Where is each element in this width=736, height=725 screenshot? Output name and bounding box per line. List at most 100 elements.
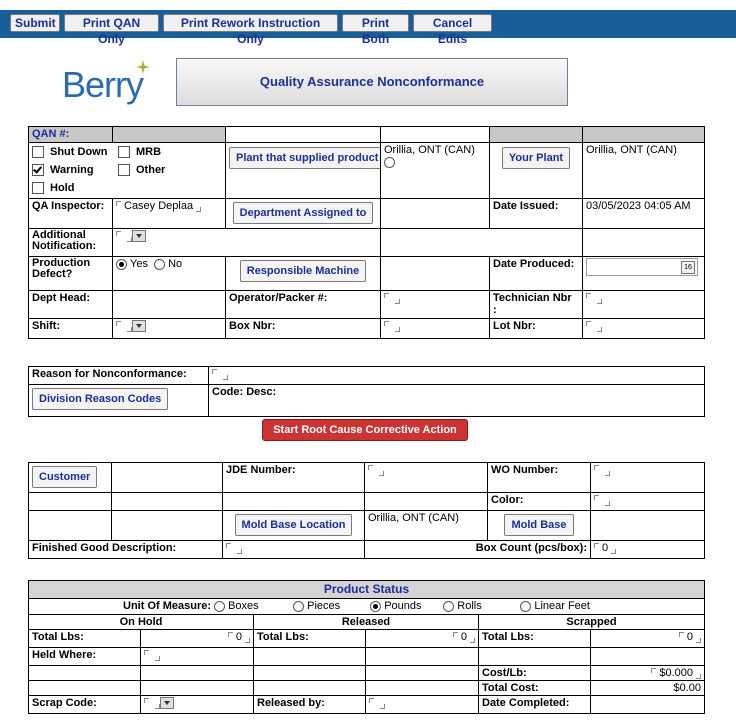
mold-base-location-value: Orillia, ONT (CAN) <box>364 510 488 541</box>
reason-table: Reason for Nonconformance: Division Reas… <box>28 366 705 417</box>
logo-text: Berry <box>62 64 144 105</box>
mrb-checkbox[interactable] <box>118 146 130 159</box>
box-count-label: Box Count (pcs/box): <box>364 540 591 559</box>
color-field[interactable] <box>590 492 705 511</box>
cost-per-lb-label: Cost/Lb: <box>478 665 591 681</box>
unit-of-measure-row: Unit Of Measure: Boxes Pieces Pounds Rol… <box>28 598 705 615</box>
qa-inspector-field[interactable]: Casey Deplaa <box>112 198 226 229</box>
released-by-label: Released by: <box>253 695 366 714</box>
rolls-radio[interactable] <box>443 600 455 612</box>
print-rework-button[interactable]: Print Rework Instruction Only <box>163 14 338 46</box>
scrap-code-dropdown[interactable] <box>140 695 254 714</box>
boxes-radio[interactable] <box>214 600 226 612</box>
lot-nbr-field[interactable] <box>582 318 705 339</box>
plant-supplied-radio[interactable] <box>384 156 395 168</box>
chevron-down-icon[interactable] <box>132 320 146 333</box>
qan-table: QAN #: Shut Down MRB Warning Other Hold Pl… <box>28 126 705 339</box>
scrapped-total-field[interactable]: 0 <box>590 629 705 648</box>
additional-notification-label: Additional Notification: <box>28 228 113 257</box>
customer-table: Customer JDE Number: WO Number: Color: M… <box>28 462 705 559</box>
additional-notification-dropdown[interactable] <box>112 228 381 257</box>
operator-packer-field[interactable] <box>380 290 490 319</box>
date-completed-field[interactable] <box>590 695 705 714</box>
color-label: Color: <box>487 492 591 511</box>
product-status-table: Product Status Unit Of Measure: Boxes Pi… <box>28 580 705 714</box>
customer-button[interactable]: Customer <box>32 466 98 488</box>
qan-number-cell <box>112 126 226 143</box>
start-rcca-button[interactable]: Start Root Cause Corrective Action Form <box>262 419 468 456</box>
code-desc-label: Code: Desc: <box>208 384 705 417</box>
scrap-code-label: Scrap Code: <box>28 695 141 714</box>
berry-logo: Berry <box>62 60 152 110</box>
shift-dropdown[interactable] <box>112 318 226 339</box>
no-radio[interactable] <box>154 258 166 270</box>
calendar-icon[interactable]: 16 <box>681 261 695 274</box>
date-produced-label: Date Produced: <box>489 256 583 291</box>
released-total-label: Total Lbs: <box>253 629 366 648</box>
warning-checkbox[interactable] <box>32 164 44 177</box>
production-defect-label: Production Defect? <box>28 256 113 291</box>
fg-description-field[interactable] <box>222 540 365 559</box>
technician-label: Technician Nbr: <box>489 290 583 319</box>
pounds-radio[interactable] <box>370 600 382 612</box>
plant-supplied-button[interactable]: Plant that supplied product <box>229 147 380 169</box>
released-total-field[interactable]: 0 <box>365 629 479 648</box>
cost-per-lb-field[interactable]: $0.000 <box>590 665 705 681</box>
toolbar-top-strip <box>0 0 736 10</box>
date-issued-label: Date Issued: <box>489 198 583 229</box>
dept-head-label: Dept Head: <box>28 290 113 319</box>
on-hold-header: On Hold <box>28 614 254 630</box>
reason-label: Reason for Nonconformance: <box>28 366 209 385</box>
wo-number-field[interactable] <box>590 462 705 493</box>
shut-down-checkbox[interactable] <box>32 146 44 159</box>
mold-base-location-button[interactable]: Mold Base Location <box>234 514 353 536</box>
wo-number-label: WO Number: <box>487 462 591 493</box>
submit-button[interactable]: Submit <box>10 14 60 32</box>
held-where-field[interactable] <box>140 647 254 666</box>
reason-field[interactable] <box>208 366 705 385</box>
total-cost-label: Total Cost: <box>478 680 591 696</box>
scrapped-header: Scrapped <box>478 614 705 630</box>
scrapped-total-label: Total Lbs: <box>478 629 591 648</box>
fg-description-label: Finished Good Description: <box>28 540 223 559</box>
lot-nbr-label: Lot Nbr: <box>489 318 583 339</box>
released-by-field[interactable] <box>365 695 479 714</box>
on-hold-total-label: Total Lbs: <box>28 629 141 648</box>
chevron-down-icon[interactable] <box>160 697 174 710</box>
page-title: Quality Assurance Nonconformance <box>176 58 568 106</box>
total-cost-value: $0.00 <box>590 680 705 696</box>
other-checkbox[interactable] <box>118 164 130 177</box>
operator-packer-label: Operator/Packer #: <box>225 290 381 319</box>
box-count-field[interactable]: 0 <box>590 540 705 559</box>
box-nbr-field[interactable] <box>380 318 490 339</box>
qan-number-label: QAN #: <box>28 126 113 143</box>
date-produced-input[interactable]: 16 <box>586 258 698 276</box>
plant-supplied-value: Orillia, ONT (CAN) <box>384 144 475 156</box>
chevron-down-icon[interactable] <box>132 230 146 243</box>
print-both-button[interactable]: Print Both <box>342 14 409 46</box>
shift-label: Shift: <box>28 318 113 339</box>
logo-star-icon <box>136 60 150 74</box>
linear-feet-radio[interactable] <box>520 600 532 612</box>
responsible-machine-button[interactable]: Responsible Machine <box>239 260 367 282</box>
box-nbr-label: Box Nbr: <box>225 318 381 339</box>
jde-number-field[interactable] <box>364 462 488 493</box>
print-qan-button[interactable]: Print QAN Only <box>64 14 159 46</box>
held-where-label: Held Where: <box>28 647 141 666</box>
department-assigned-button[interactable]: Department Assigned to <box>232 202 374 224</box>
dept-head-field[interactable] <box>112 290 226 319</box>
on-hold-total-field[interactable]: 0 <box>140 629 254 648</box>
released-header: Released <box>253 614 479 630</box>
cancel-edits-button[interactable]: Cancel Edits <box>413 14 492 46</box>
hold-checkbox[interactable] <box>32 182 44 195</box>
your-plant-value: Orillia, ONT (CAN) <box>582 142 705 199</box>
jde-number-label: JDE Number: <box>222 462 365 493</box>
division-reason-codes-button[interactable]: Division Reason Codes <box>32 388 169 410</box>
yes-radio[interactable] <box>116 258 127 270</box>
qa-inspector-label: QA Inspector: <box>28 198 113 229</box>
date-completed-label: Date Completed: <box>478 695 591 714</box>
your-plant-button[interactable]: Your Plant <box>501 147 571 169</box>
technician-field[interactable] <box>582 290 705 319</box>
mold-base-button[interactable]: Mold Base <box>504 514 574 536</box>
pieces-radio[interactable] <box>293 600 305 612</box>
